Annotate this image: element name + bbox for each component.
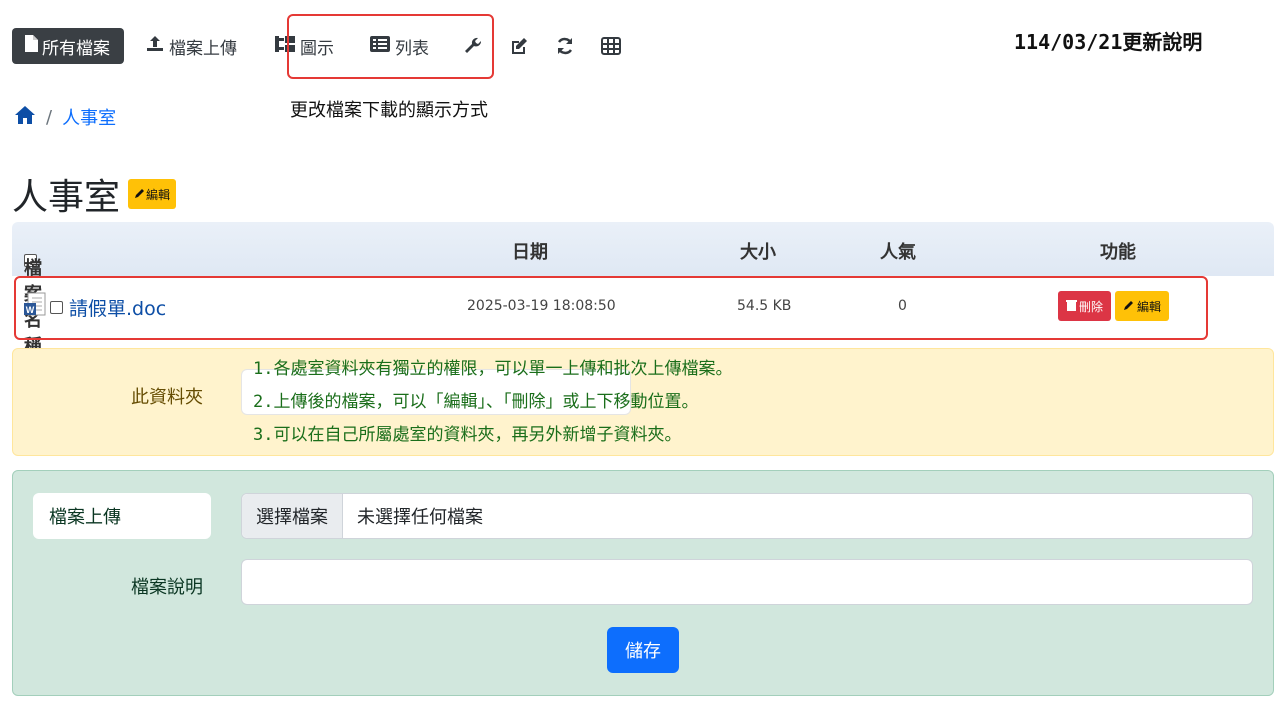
page-title: 人事室 編輯 (12, 168, 177, 220)
usage-notes: 1.各處室資料夾有獨立的權限，可以單一上傳和批次上傳檔案。 2.上傳後的檔案，可… (253, 353, 732, 452)
upload-button[interactable]: 檔案上傳 (136, 28, 247, 64)
home-icon[interactable] (14, 105, 36, 130)
all-files-label: 所有檔案 (42, 38, 110, 59)
header-popularity: 人氣 (880, 242, 916, 263)
upload-label: 檔案上傳 (169, 38, 237, 59)
file-description-input[interactable] (241, 559, 1253, 605)
table-header: 檔案名稱 日期 大小 人氣 功能 (12, 222, 1274, 357)
breadcrumb-current[interactable]: 人事室 (62, 104, 116, 130)
breadcrumb: / 人事室 (14, 104, 116, 130)
header-actions: 功能 (1100, 242, 1136, 263)
update-note-title: 114/03/21更新說明 (1014, 30, 1203, 54)
file-row-highlight-box (14, 276, 1208, 340)
file-status: 未選擇任何檔案 (357, 507, 483, 528)
upload-label: 檔案上傳 (33, 493, 211, 539)
view-mode-note: 更改檔案下載的顯示方式 (290, 100, 488, 121)
title-edit-button[interactable]: 編輯 (128, 179, 177, 209)
file-icon (24, 35, 38, 57)
view-mode-highlight-box (287, 14, 494, 79)
page-title-text: 人事室 (12, 177, 121, 218)
upload-panel: 檔案上傳 選擇檔案 未選擇任何檔案 檔案說明 儲存 (12, 470, 1274, 696)
folder-label: 此資料夾 (131, 387, 203, 408)
edit-square-icon[interactable] (507, 34, 531, 58)
all-files-button[interactable]: 所有檔案 (12, 28, 124, 64)
refresh-icon[interactable] (553, 34, 577, 58)
file-description-label: 檔案說明 (131, 577, 203, 598)
file-input[interactable]: 選擇檔案 未選擇任何檔案 (241, 493, 1253, 539)
folder-panel: 此資料夾 1.各處室資料夾有獨立的權限，可以單一上傳和批次上傳檔案。 2.上傳後… (12, 348, 1274, 456)
usage-note-2: 2.上傳後的檔案，可以「編輯」、「刪除」或上下移動位置。 (253, 392, 699, 412)
save-button[interactable]: 儲存 (607, 627, 679, 673)
header-date: 日期 (512, 242, 548, 263)
breadcrumb-separator: / (46, 106, 53, 128)
pencil-icon (134, 187, 146, 202)
upload-icon (146, 35, 164, 57)
usage-note-1: 1.各處室資料夾有獨立的權限，可以單一上傳和批次上傳檔案。 (253, 359, 733, 379)
choose-file-button[interactable]: 選擇檔案 (242, 494, 343, 538)
title-edit-label: 編輯 (146, 187, 171, 202)
table-grid-icon[interactable] (599, 34, 623, 58)
header-size: 大小 (740, 242, 776, 263)
usage-note-3: 3.可以在自己所屬處室的資料夾，再另外新增子資料夾。 (253, 425, 682, 445)
